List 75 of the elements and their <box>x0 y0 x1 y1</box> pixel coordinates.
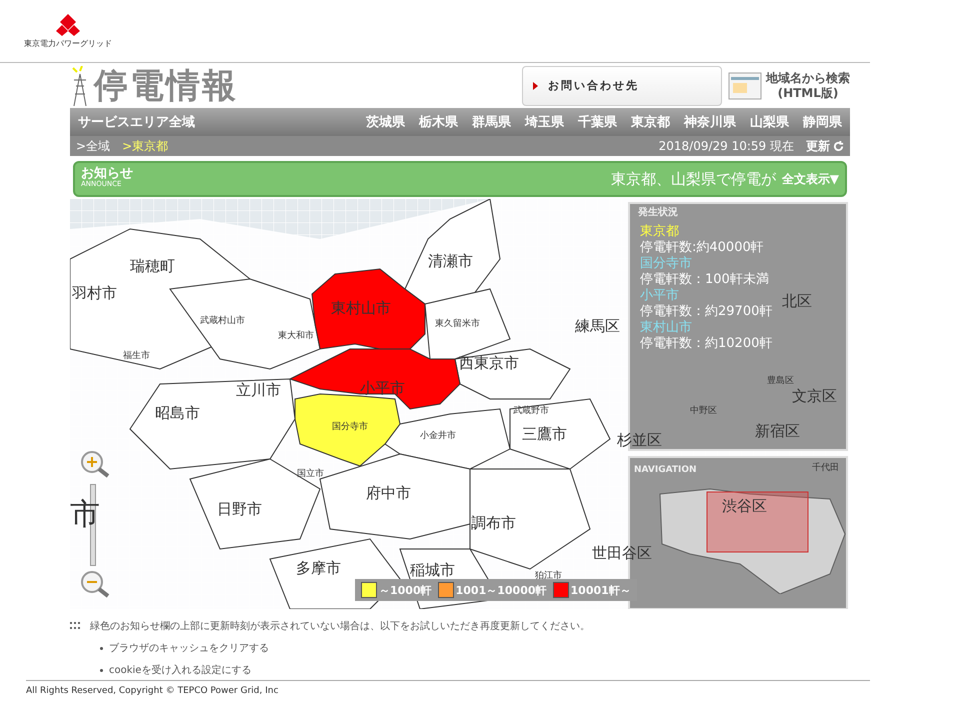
prefecture-link[interactable]: 千葉県 <box>578 113 617 131</box>
prefecture-link[interactable]: 神奈川県 <box>684 113 736 131</box>
city-label: 国立市 <box>297 468 324 480</box>
announce-message: 東京都、山梨県で停電が <box>610 170 776 188</box>
city-label: 立川市 <box>236 381 281 400</box>
outage-count: 停電軒数:約40000軒 <box>640 240 765 256</box>
city-label: 狛江市 <box>535 570 562 582</box>
city-label: 文京区 <box>792 387 837 406</box>
notice-item: ブラウザのキャッシュをクリアする <box>109 642 269 655</box>
prefecture-link[interactable]: 栃木県 <box>419 113 458 131</box>
city-label: 東大和市 <box>278 330 314 342</box>
city-label: 東久留米市 <box>435 318 480 330</box>
city-label: 昭島市 <box>155 404 200 423</box>
city-label: 三鷹市 <box>522 425 567 444</box>
city-label: 世田谷区 <box>592 544 652 563</box>
area-search-link[interactable]: 地域名から検索 (HTML版) <box>728 70 850 100</box>
city-label: 清瀬市 <box>428 252 473 271</box>
city-label: 市 <box>70 496 100 534</box>
city-label: 府中市 <box>366 484 411 503</box>
prefecture-link[interactable]: 群馬県 <box>472 113 511 131</box>
legend-label: ～1000軒 <box>379 582 432 598</box>
navigation-title: NAVIGATION <box>634 465 697 475</box>
city-label: 稲城市 <box>410 561 455 580</box>
logo-caption: 東京電力パワーグリッド <box>24 38 112 48</box>
city-label: 北区 <box>782 292 812 311</box>
city-label: 羽村市 <box>72 284 117 303</box>
city-label: 新宿区 <box>755 422 800 441</box>
service-area-link[interactable]: サービスエリア全域 <box>78 113 195 131</box>
city-label: 中野区 <box>690 404 717 417</box>
breadcrumb-link[interactable]: >全域 <box>76 138 110 154</box>
breadcrumb-link[interactable]: >東京都 <box>122 138 168 154</box>
city-label: 小金井市 <box>420 430 456 442</box>
outage-count: 停電軒数：約29700軒 <box>640 304 772 320</box>
prefecture-link[interactable]: 埼玉県 <box>525 113 564 131</box>
announce-title: お知らせ <box>81 168 133 179</box>
city-label: 日野市 <box>217 500 262 519</box>
city-label: 武蔵村山市 <box>200 314 245 327</box>
prefecture-link[interactable]: 静岡県 <box>803 113 842 131</box>
outage-area-name: 東京都 <box>640 224 680 240</box>
outage-area-name: 国分寺市 <box>640 256 693 272</box>
city-label: 杉並区 <box>617 431 662 450</box>
notice-text: 緑色のお知らせ欄の上部に更新時刻が表示されていない場合は、以下をお試しいただき再度更新してください。 <box>90 620 590 634</box>
copyright-text: All Rights Reserved, Copyright © TEPCO Power Grid, Inc <box>26 680 870 696</box>
prefecture-link[interactable]: 東京都 <box>631 113 670 131</box>
panel-title: 発生状況 <box>638 206 678 219</box>
show-full-text-button[interactable]: 全文表示▼ <box>782 170 839 188</box>
zoom-in-button[interactable] <box>78 449 112 479</box>
refresh-button[interactable]: 更新 <box>806 138 844 154</box>
city-label: 福生市 <box>123 350 150 362</box>
refresh-icon <box>833 140 844 152</box>
outage-count: 停電軒数：100軒未満 <box>640 272 770 288</box>
city-label: 国分寺市 <box>332 420 368 433</box>
zoom-out-button[interactable] <box>78 569 112 599</box>
logo-icon <box>54 14 82 36</box>
city-label: 渋谷区 <box>722 497 767 516</box>
grid-dots-icon <box>70 622 80 630</box>
city-label: 練馬区 <box>575 317 620 336</box>
notice-item: cookieを受け入れる設定にする <box>109 664 252 677</box>
outage-count: 停電軒数：約10200軒 <box>640 336 772 352</box>
outage-area-name: 小平市 <box>640 288 680 304</box>
city-label: 千代田 <box>812 462 839 474</box>
prefecture-link[interactable]: 山梨県 <box>750 113 789 131</box>
city-label: 調布市 <box>471 514 516 533</box>
page-title: 停電情報 <box>94 64 238 108</box>
city-label: 東村山市 <box>331 299 391 318</box>
prefecture-link[interactable]: 茨城県 <box>366 113 405 131</box>
legend-label: 10001軒～ <box>570 582 631 598</box>
city-label: 瑞穂町 <box>130 257 175 276</box>
update-time: 2018/09/29 10:59 現在 <box>658 138 794 154</box>
contact-button[interactable]: お問い合わせ先 <box>522 66 722 106</box>
city-label: 多摩市 <box>296 559 341 578</box>
outage-area-name: 東村山市 <box>640 320 693 336</box>
legend-label: 1001～10000軒 <box>456 582 547 598</box>
document-icon <box>728 72 762 100</box>
city-label: 豊島区 <box>767 374 794 387</box>
